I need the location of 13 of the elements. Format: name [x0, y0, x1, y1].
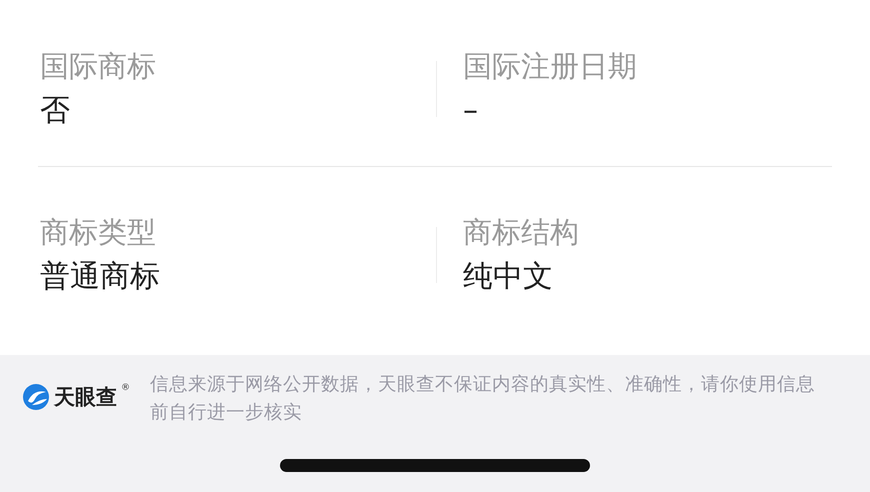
disclaimer-text: 信息来源于网络公开数据，天眼查不保证内容的真实性、准确性，请你使用信息前自行进一步核实	[150, 373, 816, 425]
field-label: 商标结构	[463, 216, 580, 248]
field-label: 商标类型	[40, 216, 157, 248]
registered-mark: ®	[121, 383, 130, 393]
eye-logo-icon	[22, 383, 50, 411]
field-label: 国际注册日期	[463, 50, 638, 82]
home-indicator[interactable]	[280, 459, 590, 472]
field-value: –	[463, 94, 479, 128]
logo-text: 天眼查	[54, 384, 117, 411]
field-value: 否	[40, 94, 71, 128]
field-label: 国际商标	[40, 50, 157, 82]
field-value: 纯中文	[463, 260, 554, 294]
field-value: 普通商标	[40, 260, 161, 294]
